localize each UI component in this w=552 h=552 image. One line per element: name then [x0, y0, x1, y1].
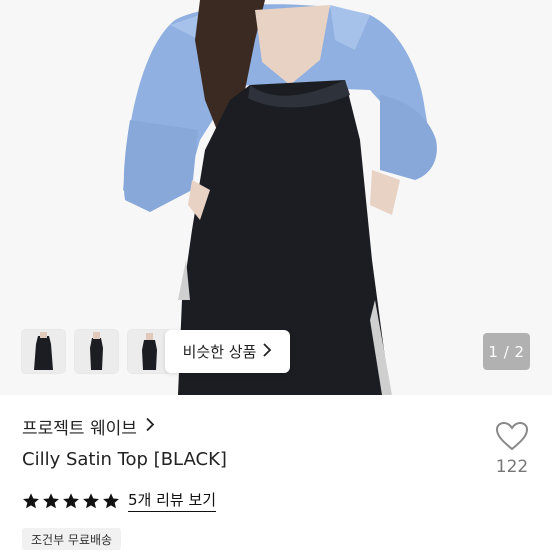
like-count: 122 [495, 457, 529, 477]
star-filled-icon [23, 492, 39, 508]
star-filled-icon [43, 492, 59, 508]
like-button[interactable]: 122 [492, 421, 532, 481]
shipping-badge-text: 조건부 무료배송 [31, 532, 113, 547]
rating-row: 5개 리뷰 보기 [22, 489, 217, 512]
similar-products-label: 비슷한 상품 [182, 343, 257, 361]
star-filled-icon [83, 492, 99, 508]
brand-link[interactable]: 프로젝트 웨이브 [22, 414, 155, 439]
product-title: Cilly Satin Top [BLACK] [22, 449, 227, 470]
thumbnail-2[interactable] [75, 330, 118, 373]
review-link[interactable]: 5개 리뷰 보기 [128, 489, 217, 512]
product-image-gallery[interactable]: 비슷한 상품 1 / 2 [0, 0, 552, 395]
similar-products-button[interactable]: 비슷한 상품 [165, 330, 290, 373]
image-counter: 1 / 2 [483, 333, 530, 370]
star-filled-icon [63, 492, 79, 508]
chevron-right-icon [262, 342, 272, 361]
thumbnail-strip [22, 330, 171, 373]
heart-outline-icon [495, 421, 529, 455]
brand-name: 프로젝트 웨이브 [22, 419, 137, 439]
thumbnail-1[interactable] [22, 330, 65, 373]
star-rating [22, 492, 120, 510]
image-counter-text: 1 / 2 [488, 342, 525, 361]
chevron-right-icon [145, 417, 155, 437]
shipping-badge: 조건부 무료배송 [22, 528, 122, 550]
star-filled-icon [103, 492, 119, 508]
